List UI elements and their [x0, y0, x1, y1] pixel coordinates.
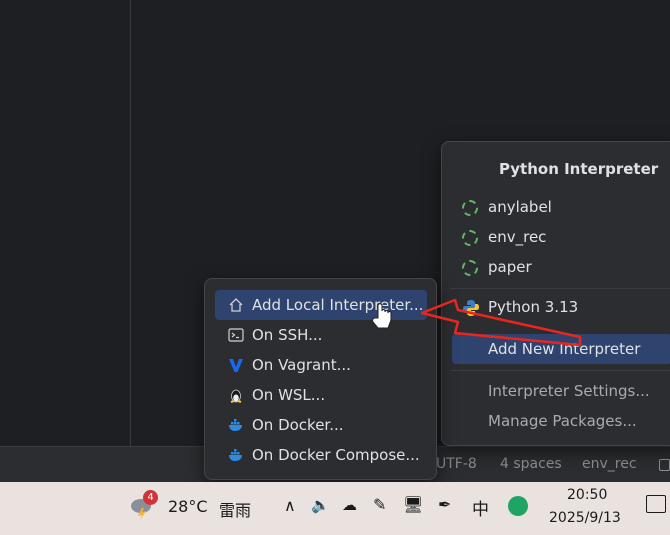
manage-packages-item[interactable]: Manage Packages...	[452, 406, 670, 436]
lock-icon[interactable]	[659, 459, 670, 471]
linux-icon	[230, 389, 242, 403]
clock-time[interactable]: 20:50	[567, 487, 607, 503]
menu-label: Manage Packages...	[488, 412, 637, 430]
on-vagrant-item[interactable]: On Vagrant...	[215, 350, 427, 380]
onedrive-icon[interactable]: ☁	[342, 496, 357, 514]
indent-status[interactable]: 4 spaces	[500, 456, 562, 472]
terminal-icon	[228, 328, 244, 342]
menu-label: On SSH...	[252, 326, 323, 344]
env-label: Python 3.13	[488, 298, 579, 316]
env-label: env_rec	[488, 228, 547, 246]
menu-label: Add Local Interpreter...	[252, 296, 424, 314]
weather-badge: 4	[143, 490, 158, 505]
home-icon	[229, 298, 243, 312]
on-docker-compose-item[interactable]: On Docker Compose...	[215, 440, 427, 470]
on-docker-item[interactable]: On Docker...	[215, 410, 427, 440]
loading-spinner-icon	[462, 260, 478, 276]
temperature-text[interactable]: 28°C	[168, 497, 208, 516]
add-interpreter-submenu: Add Local Interpreter... On SSH... On Va…	[204, 278, 437, 480]
clock-date[interactable]: 2025/9/13	[549, 510, 621, 526]
menu-label: On WSL...	[252, 386, 326, 404]
env-item-env-rec[interactable]: env_rec	[462, 226, 662, 250]
speaker-icon[interactable]: 🔈	[311, 496, 330, 514]
windows-taskbar: 4 28°C 雷雨 ∧ 🔈 ☁ ✎ 🖥 ✒ 中 20:50 2025/9/13	[0, 482, 670, 535]
on-wsl-item[interactable]: On WSL...	[215, 380, 427, 410]
menu-label: On Docker...	[252, 416, 344, 434]
weather-widget[interactable]: 4	[129, 490, 158, 520]
docker-icon	[229, 419, 242, 431]
python-interpreter-popup: Python Interpreter anylabel env_rec pape…	[441, 141, 670, 446]
env-label: anylabel	[488, 198, 552, 216]
editor-gutter	[0, 0, 131, 446]
loading-spinner-icon	[462, 200, 478, 216]
network-icon[interactable]: 🖥	[403, 495, 423, 514]
python-icon	[463, 300, 479, 316]
add-new-interpreter-item[interactable]: Add New Interpreter	[452, 334, 670, 364]
on-ssh-item[interactable]: On SSH...	[215, 320, 427, 350]
weather-text[interactable]: 雷雨	[219, 497, 251, 521]
menu-label: Interpreter Settings...	[488, 382, 650, 400]
env-item-anylabel[interactable]: anylabel	[462, 196, 662, 220]
menu-label: On Vagrant...	[252, 356, 351, 374]
divider	[450, 288, 670, 289]
menu-label: On Docker Compose...	[252, 446, 420, 464]
menu-label: Add New Interpreter	[488, 340, 641, 358]
encoding-status[interactable]: UTF-8	[436, 456, 477, 472]
pen-icon[interactable]: ✎	[373, 495, 386, 514]
env-label: paper	[488, 258, 532, 276]
notification-icon[interactable]	[646, 495, 666, 513]
env-item-paper[interactable]: paper	[462, 256, 662, 280]
app-tray-icon[interactable]	[508, 496, 528, 516]
docker-icon	[229, 449, 242, 461]
interpreter-settings-item[interactable]: Interpreter Settings...	[452, 376, 670, 406]
ime-indicator[interactable]: 中	[472, 495, 489, 520]
chevron-up-icon[interactable]: ∧	[284, 496, 296, 515]
stylus-icon[interactable]: ✒	[438, 495, 451, 514]
divider	[450, 370, 670, 371]
loading-spinner-icon	[462, 230, 478, 246]
vagrant-icon	[229, 359, 243, 372]
interpreter-status[interactable]: env_rec	[582, 456, 637, 472]
env-item-python-3-13[interactable]: Python 3.13	[462, 296, 662, 320]
popup-title: Python Interpreter	[499, 160, 659, 178]
add-local-interpreter-item[interactable]: Add Local Interpreter...	[215, 290, 427, 320]
